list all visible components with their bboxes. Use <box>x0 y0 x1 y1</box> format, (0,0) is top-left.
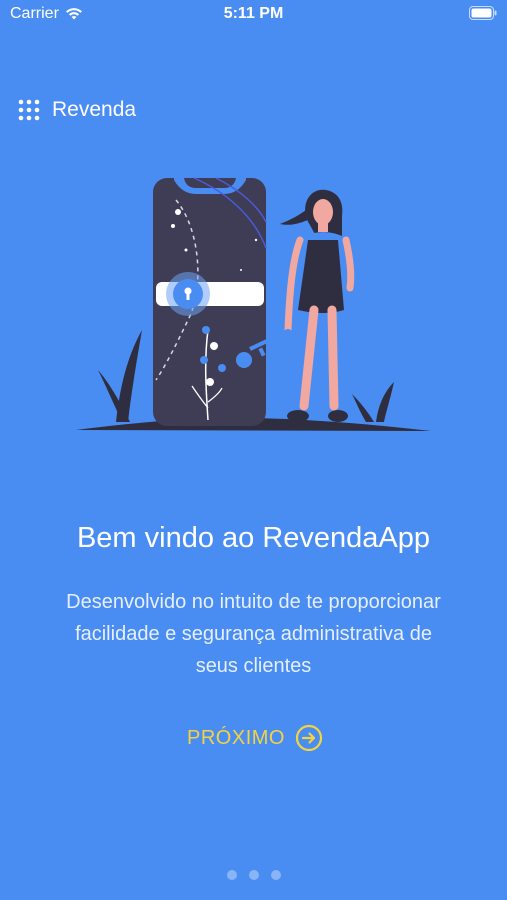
next-button[interactable]: PRÓXIMO <box>180 720 330 756</box>
next-button-label: PRÓXIMO <box>187 726 285 749</box>
plant-left-icon <box>98 330 142 422</box>
page-indicator[interactable] <box>0 870 507 880</box>
status-bar: Carrier 5:11 PM <box>0 0 507 32</box>
grid-dots-icon[interactable] <box>18 99 40 121</box>
welcome-title: Bem vindo ao RevendaApp <box>76 522 431 554</box>
phone-lock-key-illustration <box>76 177 431 431</box>
battery-icon <box>469 6 497 20</box>
arrow-right-circle-icon <box>295 724 323 752</box>
brand-title: Revenda <box>52 98 137 121</box>
page-dot-1[interactable] <box>226 870 237 880</box>
brand-header: Revenda <box>18 98 136 122</box>
plant-right-icon <box>352 382 394 422</box>
page-dot-3[interactable] <box>270 870 281 880</box>
welcome-description: Desenvolvido no intuito de te proporcion… <box>66 591 441 677</box>
woman-figure <box>280 189 355 422</box>
status-time: 5:11 PM <box>223 5 284 22</box>
page-dot-2[interactable] <box>248 870 259 880</box>
